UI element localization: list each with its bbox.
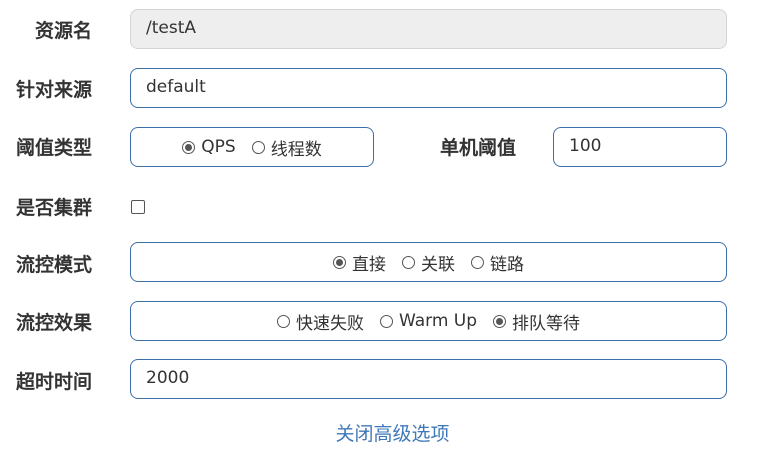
timeout-label: 超时时间: [15, 371, 92, 393]
threshold-type-label: 阈值类型: [15, 137, 92, 159]
limit-app-input[interactable]: default: [130, 68, 727, 108]
cluster-label: 是否集群: [15, 197, 92, 219]
resource-name-label: 资源名: [34, 20, 92, 42]
radio-checked-icon[interactable]: [333, 255, 346, 269]
timeout-input[interactable]: 2000: [130, 359, 727, 399]
flow-effect-queue-option[interactable]: 排队等待: [493, 309, 580, 334]
radio-checked-icon[interactable]: [182, 140, 196, 154]
flow-mode-direct-option[interactable]: 直接: [333, 250, 386, 275]
threshold-type-radio-group: QPS 线程数: [130, 127, 374, 167]
threshold-type-qps-option[interactable]: QPS: [182, 137, 236, 157]
resource-name-input: /testA: [130, 9, 727, 49]
flow-mode-relate-option[interactable]: 关联: [402, 250, 455, 275]
flow-effect-warm-up-option[interactable]: Warm Up: [379, 311, 478, 331]
flow-mode-relate-label: 关联: [421, 254, 455, 275]
cluster-checkbox[interactable]: [131, 200, 145, 214]
radio-unchecked-icon[interactable]: [276, 314, 290, 328]
flow-mode-label: 流控模式: [15, 254, 92, 276]
flow-mode-chain-option[interactable]: 链路: [471, 250, 524, 275]
threshold-type-qps-label: QPS: [201, 137, 236, 157]
radio-unchecked-icon[interactable]: [471, 255, 484, 269]
limit-app-label: 针对来源: [15, 79, 92, 101]
flow-effect-queue-label: 排队等待: [512, 313, 581, 334]
flow-mode-chain-label: 链路: [490, 254, 524, 275]
close-advanced-options-link[interactable]: 关闭高级选项: [0, 419, 777, 446]
flow-effect-fast-fail-option[interactable]: 快速失败: [276, 309, 364, 334]
threshold-type-thread-option[interactable]: 线程数: [251, 135, 322, 160]
radio-unchecked-icon[interactable]: [251, 140, 265, 154]
flow-effect-radio-group: 快速失败 Warm Up 排队等待: [130, 301, 727, 341]
radio-unchecked-icon[interactable]: [379, 314, 393, 328]
flow-mode-direct-label: 直接: [352, 254, 386, 275]
flow-effect-label: 流控效果: [15, 312, 92, 334]
flow-effect-fast-fail-label: 快速失败: [295, 313, 364, 334]
flow-effect-warm-up-label: Warm Up: [398, 311, 478, 331]
flow-mode-radio-group: 直接 关联 链路: [130, 242, 727, 282]
threshold-type-thread-label: 线程数: [270, 139, 322, 160]
radio-unchecked-icon[interactable]: [402, 255, 415, 269]
single-threshold-input[interactable]: 100: [553, 127, 727, 167]
single-threshold-label: 单机阈值: [439, 137, 516, 159]
radio-checked-icon[interactable]: [493, 314, 507, 328]
